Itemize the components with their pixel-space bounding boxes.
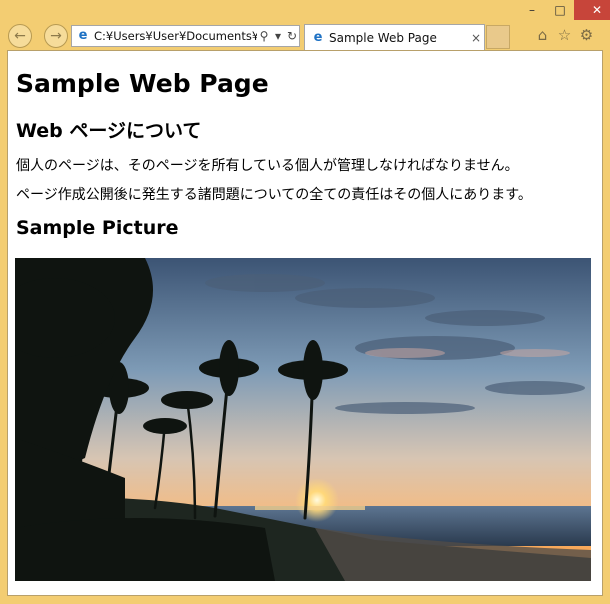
close-window-button[interactable]: ✕ xyxy=(574,0,610,20)
forward-button[interactable]: → xyxy=(44,24,68,48)
back-arrow-icon: ← xyxy=(14,28,26,44)
back-button[interactable]: ← xyxy=(8,24,32,48)
subheading: Web ページについて xyxy=(16,120,202,142)
address-bar[interactable]: e C:¥Users¥User¥Documents¥ir ⚲ ▾ ↻ xyxy=(71,25,300,47)
refresh-icon[interactable]: ↻ xyxy=(285,29,299,43)
picture-heading: Sample Picture xyxy=(16,217,179,239)
dropdown-icon[interactable]: ▾ xyxy=(271,29,285,43)
page-content: Sample Web Page Web ページについて 個人のページは、そのペー… xyxy=(7,50,603,596)
paragraph-2: ページ作成公開後に発生する諸問題についての全ての責任はその個人にあります。 xyxy=(16,187,532,203)
maximize-button[interactable]: □ xyxy=(546,0,574,20)
search-icon[interactable]: ⚲ xyxy=(257,29,271,43)
tab-close-icon[interactable]: × xyxy=(468,31,484,45)
browser-window: – □ ✕ ← → e C:¥Users¥User¥Documents¥ir ⚲… xyxy=(0,0,610,604)
minimize-button[interactable]: – xyxy=(518,0,546,20)
forward-arrow-icon: → xyxy=(50,28,62,44)
new-tab-button[interactable] xyxy=(486,25,510,49)
favorites-icon[interactable]: ☆ xyxy=(556,26,573,44)
page-heading: Sample Web Page xyxy=(16,69,269,98)
command-icons: ⌂ ☆ ⚙ xyxy=(534,26,595,44)
paragraph-1: 個人のページは、そのページを所有している個人が管理しなければなりません。 xyxy=(16,158,519,174)
address-text[interactable]: C:¥Users¥User¥Documents¥ir xyxy=(94,29,257,43)
ie-tab-icon: e xyxy=(313,30,323,45)
settings-icon[interactable]: ⚙ xyxy=(578,26,595,44)
sample-picture xyxy=(15,258,591,581)
ie-page-icon: e xyxy=(78,28,88,43)
tab-title: Sample Web Page xyxy=(329,30,437,45)
home-icon[interactable]: ⌂ xyxy=(534,26,551,44)
window-controls: – □ ✕ xyxy=(518,0,610,20)
tab-sample-web-page[interactable]: e Sample Web Page × xyxy=(304,24,485,50)
navigation-toolbar: ← → e C:¥Users¥User¥Documents¥ir ⚲ ▾ ↻ e… xyxy=(0,20,610,50)
